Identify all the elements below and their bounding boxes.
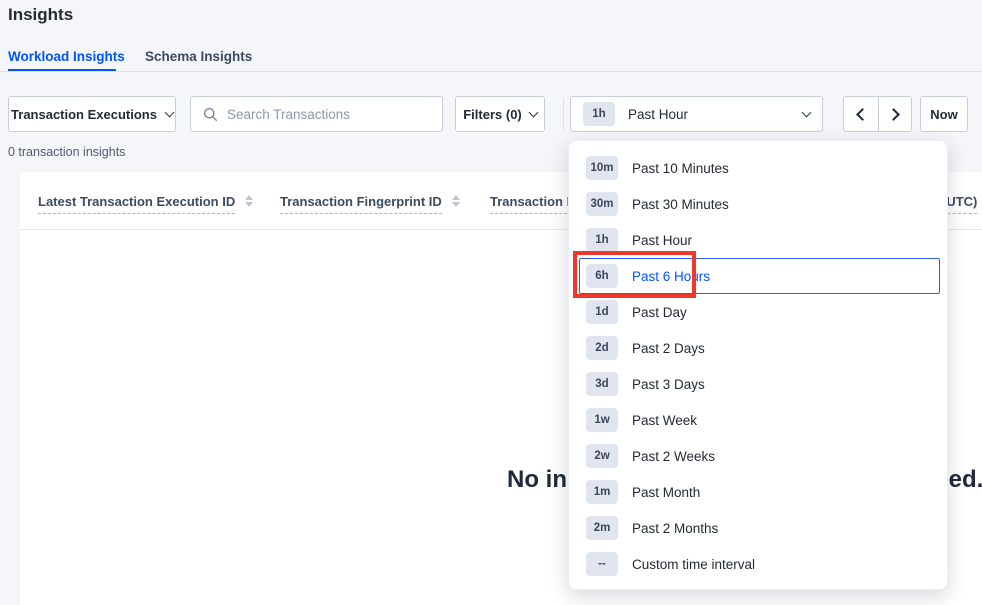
time-interval-dropdown-trigger[interactable]: 1h Past Hour xyxy=(570,96,823,132)
interval-badge: 1m xyxy=(586,480,618,504)
now-label: Now xyxy=(930,107,957,122)
now-button[interactable]: Now xyxy=(920,96,968,132)
interval-badge: 2m xyxy=(586,516,618,540)
interval-badge: 1d xyxy=(586,300,618,324)
interval-label: Past 2 Months xyxy=(632,521,718,536)
filters-label: Filters (0) xyxy=(463,107,522,122)
menu-item-past-week[interactable]: 1w Past Week xyxy=(579,402,940,438)
interval-label: Past Week xyxy=(632,413,697,428)
tabs-separator xyxy=(0,71,982,72)
previous-interval-button[interactable] xyxy=(844,97,878,131)
view-select-button[interactable]: Transaction Executions xyxy=(8,96,176,132)
interval-label: Past Day xyxy=(632,305,687,320)
menu-item-past-2-months[interactable]: 2m Past 2 Months xyxy=(579,510,940,546)
interval-badge: 2w xyxy=(586,444,618,468)
time-shift-button-group xyxy=(843,96,912,132)
page-title: Insights xyxy=(8,5,73,25)
sort-icon[interactable] xyxy=(245,195,253,207)
interval-label: Past Month xyxy=(632,485,700,500)
view-select-label: Transaction Executions xyxy=(11,107,157,122)
tab-schema-insights[interactable]: Schema Insights xyxy=(145,49,252,64)
toolbar-divider xyxy=(563,98,564,130)
interval-badge: 1w xyxy=(586,408,618,432)
interval-label: Past 10 Minutes xyxy=(632,161,729,176)
interval-badge: 10m xyxy=(586,156,618,180)
search-icon xyxy=(203,107,218,122)
column-header-transaction-fingerprint-id[interactable]: Transaction Fingerprint ID xyxy=(280,194,460,214)
menu-item-past-hour[interactable]: 1h Past Hour xyxy=(579,222,940,258)
chevron-down-icon xyxy=(802,107,812,117)
insights-count-text: 0 transaction insights xyxy=(8,145,125,159)
tab-workload-insights[interactable]: Workload Insights xyxy=(8,49,125,64)
interval-label: Past 30 Minutes xyxy=(632,197,729,212)
interval-badge: 2d xyxy=(586,336,618,360)
interval-label: Past Hour xyxy=(632,233,692,248)
interval-badge: 30m xyxy=(586,192,618,216)
time-interval-dropdown-menu: 10m Past 10 Minutes 30m Past 30 Minutes … xyxy=(568,140,948,590)
interval-label: Past 2 Days xyxy=(632,341,705,356)
chevron-left-icon xyxy=(856,108,869,121)
interval-label: Past 3 Days xyxy=(632,377,705,392)
interval-label: Past 6 Hours xyxy=(632,269,710,284)
menu-item-past-month[interactable]: 1m Past Month xyxy=(579,474,940,510)
time-interval-badge: 1h xyxy=(583,102,615,126)
interval-badge: -- xyxy=(586,552,618,576)
menu-item-past-2-weeks[interactable]: 2w Past 2 Weeks xyxy=(579,438,940,474)
chevron-down-icon xyxy=(528,107,538,117)
chevron-right-icon xyxy=(887,108,900,121)
next-interval-button[interactable] xyxy=(878,97,912,131)
menu-item-past-3-days[interactable]: 3d Past 3 Days xyxy=(579,366,940,402)
search-box xyxy=(190,96,443,132)
interval-label: Past 2 Weeks xyxy=(632,449,715,464)
menu-item-past-30-minutes[interactable]: 30m Past 30 Minutes xyxy=(579,186,940,222)
filters-button[interactable]: Filters (0) xyxy=(455,96,545,132)
menu-item-custom-time-interval[interactable]: -- Custom time interval xyxy=(579,546,940,582)
menu-item-past-2-days[interactable]: 2d Past 2 Days xyxy=(579,330,940,366)
chevron-down-icon xyxy=(165,107,175,117)
interval-badge: 1h xyxy=(586,228,618,252)
search-input[interactable] xyxy=(227,107,430,122)
menu-item-past-day[interactable]: 1d Past Day xyxy=(579,294,940,330)
column-header-latest-transaction-execution-id[interactable]: Latest Transaction Execution ID xyxy=(38,194,253,214)
time-interval-label: Past Hour xyxy=(628,107,688,122)
interval-label: Custom time interval xyxy=(632,557,755,572)
sort-icon[interactable] xyxy=(452,195,460,207)
interval-badge: 6h xyxy=(586,264,618,288)
empty-state-text-left: No in xyxy=(430,466,567,494)
menu-item-past-6-hours[interactable]: 6h Past 6 Hours xyxy=(579,258,940,294)
menu-item-past-10-minutes[interactable]: 10m Past 10 Minutes xyxy=(579,150,940,186)
interval-badge: 3d xyxy=(586,372,618,396)
